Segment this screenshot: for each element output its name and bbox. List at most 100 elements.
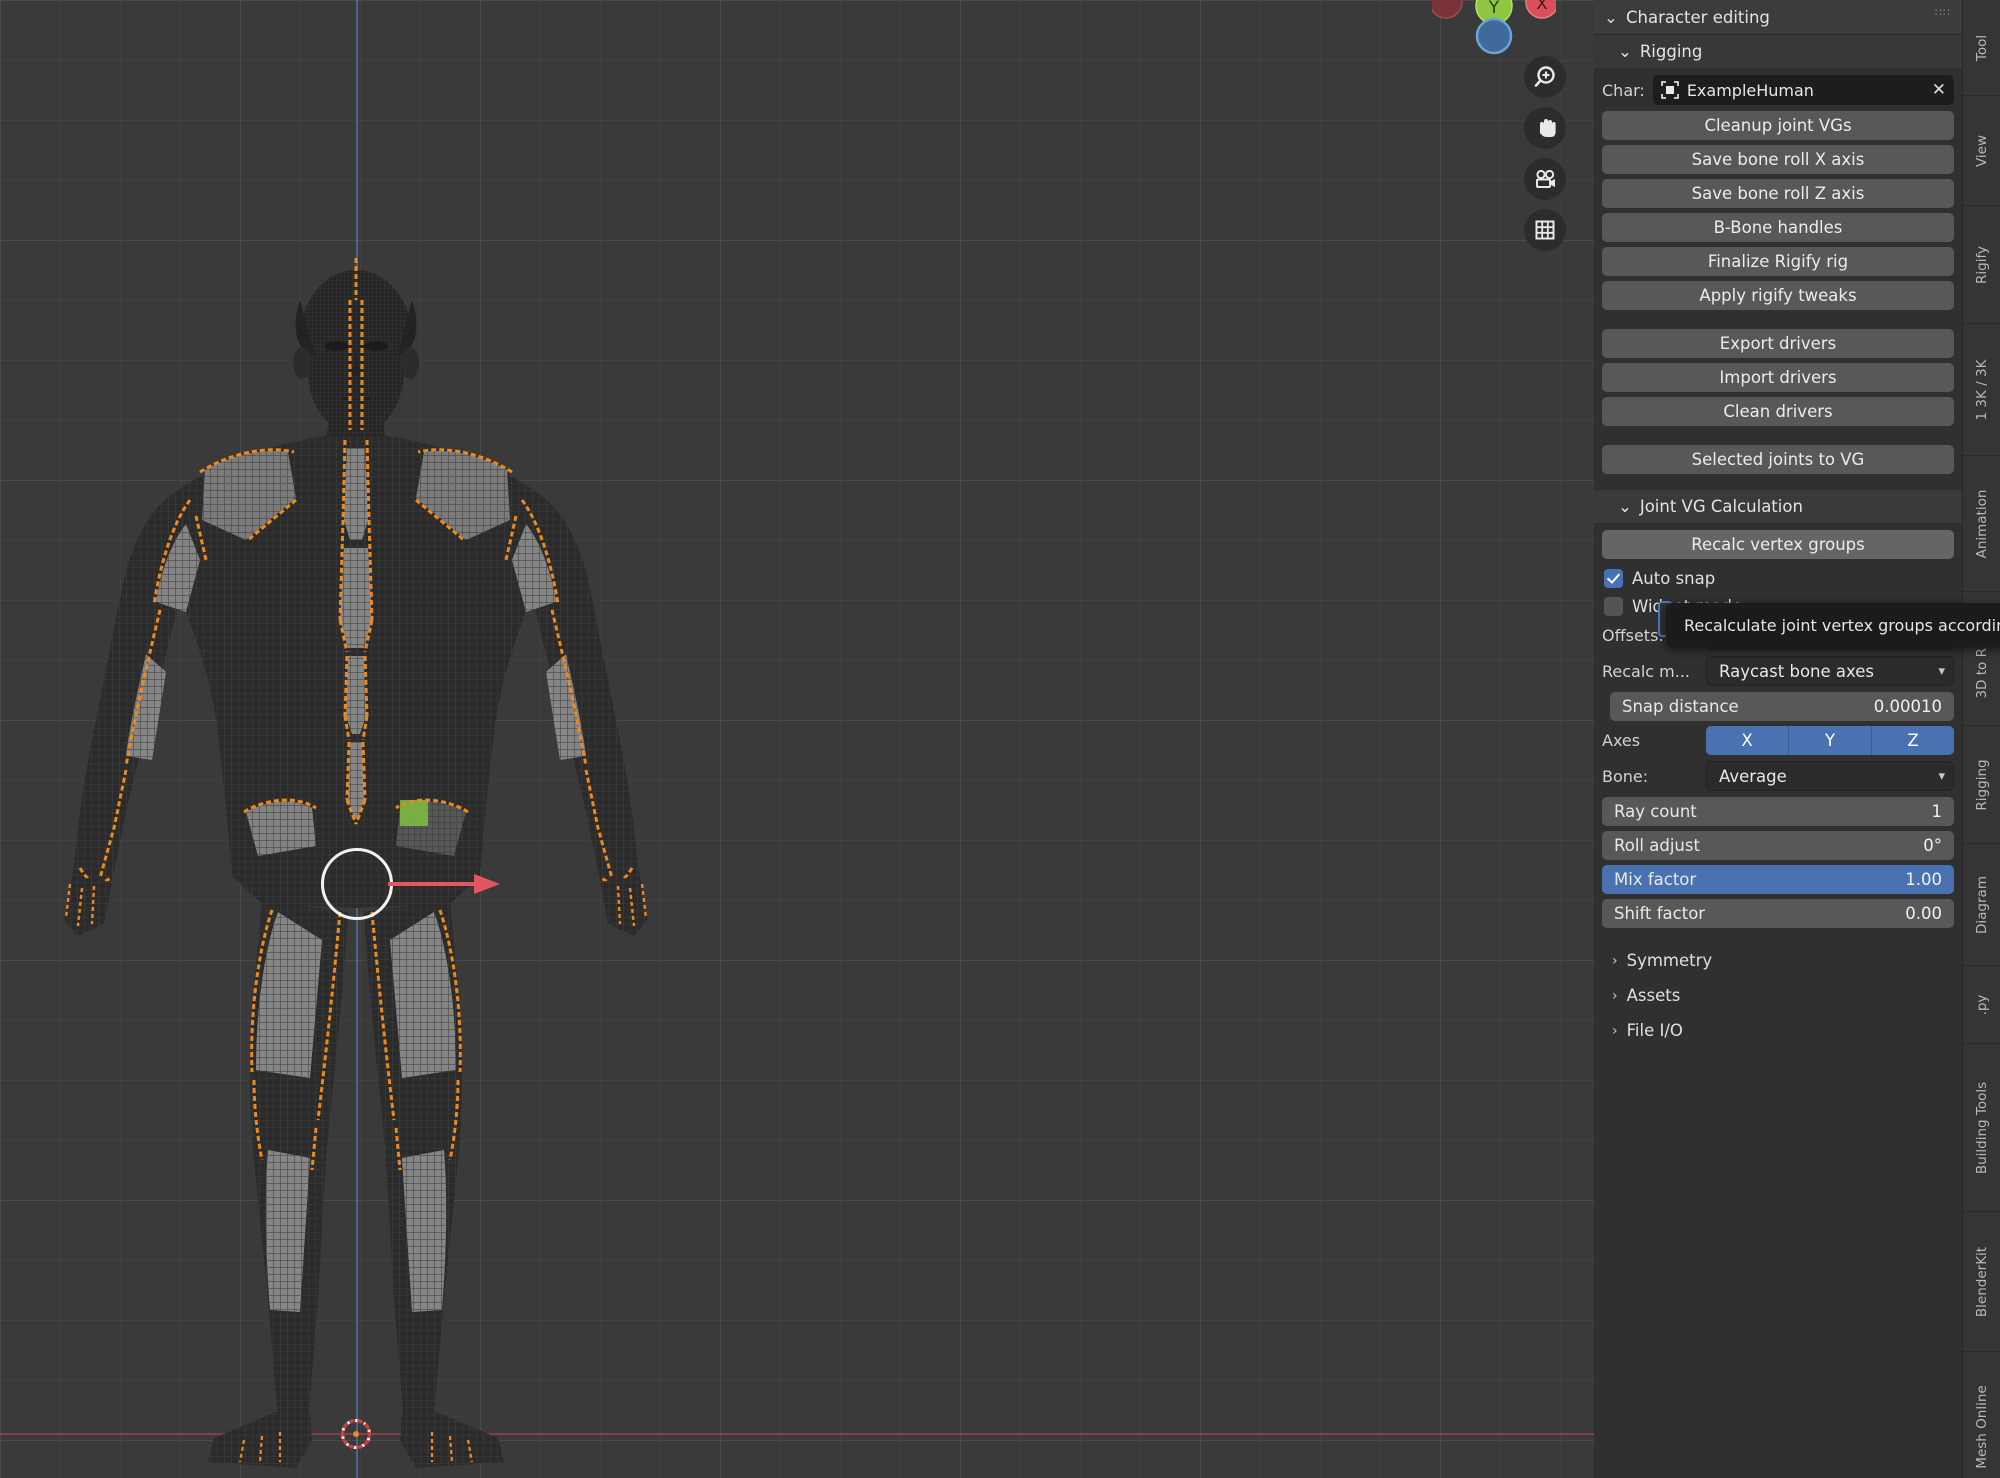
viewport-tool-buttons [1524, 56, 1566, 251]
axis-toggle-y[interactable]: Y [1789, 726, 1872, 755]
cleanup-joint-vgs-button[interactable]: Cleanup joint VGs [1602, 111, 1954, 140]
section-file-i-o[interactable]: › File I/O [1594, 1013, 1962, 1048]
hand-icon [1540, 119, 1556, 137]
tab-animation[interactable]: Animation [1963, 456, 2000, 592]
rigging-buttons-group-3: Selected joints to VG [1602, 445, 1954, 474]
slider-label: Shift factor [1614, 904, 1706, 923]
blender-window: Y X ⌄ Character editing ∷∷ ⌄ Rigging Cha… [0, 0, 2000, 1478]
pan-tool[interactable] [1524, 107, 1566, 149]
slider-label: Mix factor [1614, 870, 1697, 889]
slider-value: 1.00 [1905, 870, 1942, 889]
zoom-tool[interactable] [1524, 56, 1566, 98]
section-label: Assets [1626, 986, 1681, 1005]
section-title-rigging: Rigging [1639, 42, 1703, 61]
tab-rigging[interactable]: Rigging [1963, 726, 2000, 844]
chevron-right-icon: › [1612, 1022, 1618, 1039]
drag-grip-icon[interactable]: ∷∷ [1935, 7, 1951, 18]
panel-header-character-editing[interactable]: ⌄ Character editing ∷∷ [1594, 0, 1962, 35]
tab-diagram[interactable]: Diagram [1963, 844, 2000, 966]
tab-label: 1 3K / 3K [1974, 359, 1990, 420]
axes-toggle-group: XYZ [1706, 726, 1954, 755]
3d-viewport[interactable]: Y X [0, 0, 1594, 1478]
panel-title: Character editing [1626, 8, 1770, 27]
checkbox-row-auto-snap[interactable]: Auto snap [1602, 564, 1954, 592]
slider-mix-factor[interactable]: Mix factor 1.00 [1602, 865, 1954, 894]
axis-toggle-x[interactable]: X [1706, 726, 1789, 755]
char-field[interactable]: ExampleHuman ✕ [1652, 75, 1954, 105]
gizmo-axis-neg-x [1432, 0, 1463, 19]
selected-joints-to-vg-button[interactable]: Selected joints to VG [1602, 445, 1954, 474]
gizmo-axis-neg-z [1475, 17, 1513, 55]
save-bone-roll-z-axis-button[interactable]: Save bone roll Z axis [1602, 179, 1954, 208]
clean-drivers-button[interactable]: Clean drivers [1602, 397, 1954, 426]
bone-dropdown[interactable]: Average ▾ [1706, 761, 1954, 791]
clear-char-icon[interactable]: ✕ [1932, 80, 1946, 100]
char-label: Char: [1602, 80, 1645, 100]
x-axis-move-arrow[interactable] [388, 866, 500, 902]
save-bone-roll-x-axis-button[interactable]: Save bone roll X axis [1602, 145, 1954, 174]
camera-icon [1536, 169, 1555, 188]
tab-label: Rigify [1974, 245, 1990, 284]
bone-label: Bone: [1602, 766, 1649, 786]
tab-building-tools[interactable]: Building Tools [1963, 1044, 2000, 1212]
camera-tool[interactable] [1524, 158, 1566, 200]
tab-blenderkit[interactable]: BlenderKit [1963, 1212, 2000, 1352]
vertical-tab-strip: Tool View Rigify 1 3K / 3K Animation 3D to Ri… [1962, 0, 2000, 1478]
tab-rigify[interactable]: Rigify [1963, 206, 2000, 324]
tab-1-3k-3k[interactable]: 1 3K / 3K [1963, 324, 2000, 456]
character-mesh[interactable] [0, 0, 1594, 1478]
human-figure-svg [64, 258, 648, 1468]
axis-toggle-z[interactable]: Z [1872, 726, 1954, 755]
tab-label: Building Tools [1974, 1081, 1990, 1174]
tab-py[interactable]: .py [1963, 966, 2000, 1044]
section-header-rigging[interactable]: ⌄ Rigging [1594, 35, 1962, 69]
3d-cursor[interactable] [334, 1412, 378, 1456]
rigging-body: Char: ExampleHuman ✕ Cleanup joint VGs Sa… [1594, 69, 1962, 489]
properties-side-panel: ⌄ Character editing ∷∷ ⌄ Rigging Char: E… [1594, 0, 1962, 1478]
slider-value: 1 [1931, 802, 1943, 821]
import-drivers-button[interactable]: Import drivers [1602, 363, 1954, 392]
tab-label: .py [1974, 994, 1990, 1015]
export-drivers-button[interactable]: Export drivers [1602, 329, 1954, 358]
section-label: Symmetry [1626, 951, 1713, 970]
checkbox-widget-mode[interactable] [1604, 596, 1623, 616]
recalc-mode-value: Raycast bone axes [1719, 661, 1875, 681]
tab-label: Tool [1974, 34, 1990, 61]
chevron-right-icon: › [1612, 952, 1618, 969]
chevron-down-icon: ⌄ [1618, 497, 1632, 516]
tab-mesh-online[interactable]: Mesh Online [1963, 1352, 2000, 1478]
chevron-down-icon: ⌄ [1604, 8, 1618, 27]
axes-label: Axes [1602, 731, 1641, 750]
chevron-down-icon: ⌄ [1618, 42, 1632, 61]
section-label: File I/O [1626, 1021, 1683, 1040]
section-symmetry[interactable]: › Symmetry [1594, 943, 1962, 978]
tab-label: Diagram [1974, 875, 1990, 934]
char-value: ExampleHuman [1686, 80, 1814, 100]
recalc-mode-dropdown[interactable]: Raycast bone axes ▾ [1706, 656, 1954, 686]
recalc-vertex-groups-button[interactable]: Recalc vertex groups [1602, 530, 1954, 559]
magnifier-plus-icon [1534, 66, 1555, 87]
section-header-joint-vg[interactable]: ⌄ Joint VG Calculation [1594, 489, 1962, 524]
slider-ray-count[interactable]: Ray count 1 [1602, 797, 1954, 826]
slider-shift-factor[interactable]: Shift factor 0.00 [1602, 899, 1954, 928]
joint-vg-body: Recalc vertex groups Auto snapWidget mod… [1594, 524, 1962, 943]
cursor-center-dot [353, 1431, 359, 1437]
bone-widget-circle[interactable] [321, 848, 393, 920]
snap-distance-field[interactable]: Snap distance 0.00010 [1610, 692, 1954, 721]
checkbox-auto-snap[interactable] [1604, 568, 1623, 588]
b-bone-handles-button[interactable]: B-Bone handles [1602, 213, 1954, 242]
section-assets[interactable]: › Assets [1594, 978, 1962, 1013]
tab-view[interactable]: View [1963, 96, 2000, 206]
bone-row: Bone: Average ▾ [1602, 761, 1954, 791]
rigging-buttons-group-2: Export drivers Import drivers Clean driver… [1602, 329, 1954, 426]
grid-icon [1535, 220, 1555, 240]
tab-tool[interactable]: Tool [1963, 0, 2000, 96]
slider-roll-adjust[interactable]: Roll adjust 0° [1602, 831, 1954, 860]
svg-text:Y: Y [1488, 0, 1500, 18]
finalize-rigify-rig-button[interactable]: Finalize Rigify rig [1602, 247, 1954, 276]
grid-tool[interactable] [1524, 209, 1566, 251]
recalc-mode-label: Recalc m... [1602, 661, 1691, 681]
apply-rigify-tweaks-button[interactable]: Apply rigify tweaks [1602, 281, 1954, 310]
tab-label: Rigging [1974, 758, 1990, 811]
